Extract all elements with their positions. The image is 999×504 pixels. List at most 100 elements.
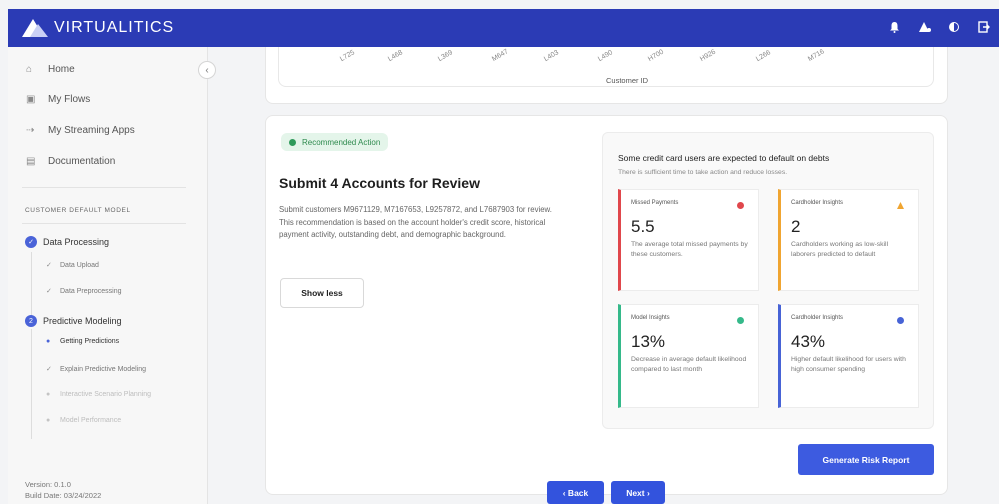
status-circle-icon xyxy=(737,317,744,324)
check-icon: ✓ xyxy=(46,366,52,373)
sidebar-item-home[interactable]: ⌂ Home xyxy=(26,64,75,75)
insights-subheading: There is sufficient time to take action … xyxy=(618,169,788,176)
metric-value: 13% xyxy=(631,332,666,351)
bell-icon[interactable] xyxy=(887,21,901,36)
show-less-button[interactable]: Show less xyxy=(280,278,364,308)
step-data-processing[interactable]: ✓ Data Processing xyxy=(25,236,109,248)
metric-card-model-insights: Model Insights 13% Decrease in average d… xyxy=(618,304,759,408)
step-label: Data Processing xyxy=(43,237,110,247)
theme-toggle-icon[interactable] xyxy=(947,21,961,36)
logout-icon[interactable] xyxy=(977,20,991,36)
metric-label: Model Insights xyxy=(631,315,670,321)
x-tick-label: L266 xyxy=(755,49,772,64)
substep-interactive-scenario-planning[interactable]: ● Interactive Scenario Planning xyxy=(46,391,151,398)
step-number-badge: 2 xyxy=(25,315,37,327)
sidebar-item-label: Home xyxy=(48,64,75,75)
substep-data-upload[interactable]: ✓ Data Upload xyxy=(46,261,99,270)
substep-label: Explain Predictive Modeling xyxy=(60,365,146,373)
substep-explain-predictive-modeling[interactable]: ✓ Explain Predictive Modeling xyxy=(46,365,146,374)
metric-card-missed-payments: Missed Payments 5.5 The average total mi… xyxy=(618,189,759,291)
section-title: CUSTOMER DEFAULT MODEL xyxy=(25,207,131,214)
top-bar: VIRTUALITICS xyxy=(8,9,999,47)
step-connector xyxy=(31,252,32,320)
dot-icon: ● xyxy=(46,338,51,345)
insights-heading: Some credit card users are expected to d… xyxy=(618,153,830,163)
metric-value: 43% xyxy=(791,332,826,351)
back-button[interactable]: ‹ Back xyxy=(547,481,604,504)
substep-label: Interactive Scenario Planning xyxy=(60,391,152,398)
collapse-sidebar-button[interactable]: ‹ xyxy=(198,61,216,79)
x-tick-label: L403 xyxy=(543,49,560,64)
flows-icon: ▣ xyxy=(26,94,36,105)
x-axis-label: Customer ID xyxy=(606,76,649,85)
substep-label: Model Performance xyxy=(60,417,122,424)
check-icon: ✓ xyxy=(46,288,52,295)
check-icon: ✓ xyxy=(46,262,52,269)
x-tick-label: L490 xyxy=(597,49,614,64)
sidebar-item-documentation[interactable]: ▤ Documentation xyxy=(26,156,115,167)
metric-description: Decrease in average default likelihood c… xyxy=(631,356,747,373)
info-circle-icon xyxy=(897,317,904,324)
metric-value: 2 xyxy=(791,217,801,236)
sidebar-item-label: My Streaming Apps xyxy=(48,125,135,136)
x-tick-label: M716 xyxy=(807,48,826,64)
x-tick-label: M647 xyxy=(491,48,510,64)
sidebar-item-label: My Flows xyxy=(48,94,91,105)
chevron-left-icon: ‹ xyxy=(205,64,209,76)
insights-panel: Some credit card users are expected to d… xyxy=(602,132,934,429)
recommended-action-badge: Recommended Action xyxy=(281,133,389,151)
x-tick-label: H700 xyxy=(647,48,665,64)
build-date-text: Build Date: 03/24/2022 xyxy=(25,491,102,500)
metric-card-cardholder-insights: Cardholder Insights 2 Cardholders workin… xyxy=(778,189,919,291)
metric-card-cardholder-insights-2: Cardholder Insights 43% Higher default l… xyxy=(778,304,919,408)
metric-value: 5.5 xyxy=(631,217,655,236)
step-predictive-modeling[interactable]: 2 Predictive Modeling xyxy=(25,315,122,327)
status-dot-icon xyxy=(289,138,296,146)
sidebar-divider xyxy=(22,187,186,188)
x-tick-label: L725 xyxy=(339,49,356,64)
home-icon: ⌂ xyxy=(26,64,33,75)
substep-data-preprocessing[interactable]: ✓ Data Preprocessing xyxy=(46,287,122,296)
check-icon: ✓ xyxy=(25,236,37,248)
sidebar-item-my-flows[interactable]: ▣ My Flows xyxy=(26,94,90,105)
x-tick-label: L468 xyxy=(387,49,404,64)
metric-label: Missed Payments xyxy=(631,200,679,206)
logo-icon xyxy=(22,19,48,37)
metric-description: Cardholders working as low-skill laborer… xyxy=(791,241,889,258)
chart-area: L725 L468 L369 M647 L403 L490 H700 H926 … xyxy=(278,47,934,87)
alert-circle-icon xyxy=(737,202,744,209)
metric-description: The average total missed payments by the… xyxy=(631,241,748,258)
user-alert-icon[interactable] xyxy=(917,21,931,36)
x-tick-label: L369 xyxy=(437,49,454,64)
brand-logo[interactable]: VIRTUALITICS xyxy=(20,17,174,39)
chart-card: L725 L468 L369 M647 L403 L490 H700 H926 … xyxy=(265,47,948,104)
dot-icon: ● xyxy=(46,417,51,424)
substep-label: Getting Predictions xyxy=(60,338,120,345)
brand-name: VIRTUALITICS xyxy=(54,19,175,36)
substep-getting-predictions[interactable]: ● Getting Predictions xyxy=(46,338,119,345)
substep-label: Data Upload xyxy=(60,261,99,269)
step-connector xyxy=(31,329,32,439)
metric-label: Cardholder Insights xyxy=(791,200,844,206)
substep-label: Data Preprocessing xyxy=(60,287,122,295)
next-button[interactable]: Next › xyxy=(611,481,665,504)
sidebar-item-label: Documentation xyxy=(48,156,116,167)
substep-model-performance[interactable]: ● Model Performance xyxy=(46,417,121,424)
metric-label: Cardholder Insights xyxy=(791,315,844,321)
recommendation-description: Submit customers M9671129, M7167653, L92… xyxy=(279,205,552,239)
sidebar-divider xyxy=(22,223,186,224)
warning-triangle-icon xyxy=(897,202,904,209)
generate-risk-report-button[interactable]: Generate Risk Report xyxy=(798,444,934,475)
version-text: Version: 0.1.0 xyxy=(25,480,71,489)
sidebar-item-my-streaming-apps[interactable]: ⇢ My Streaming Apps xyxy=(26,125,135,136)
streaming-icon: ⇢ xyxy=(26,125,35,136)
step-label: Predictive Modeling xyxy=(43,316,122,326)
dot-icon: ● xyxy=(46,391,51,398)
document-icon: ▤ xyxy=(26,156,36,167)
badge-label: Recommended Action xyxy=(302,137,381,147)
sidebar: ‹ ⌂ Home ▣ My Flows ⇢ My Streaming Apps … xyxy=(8,47,216,504)
metric-description: Higher default likelihood for users with… xyxy=(791,356,906,373)
recommendation-card: Recommended Action Submit 4 Accounts for… xyxy=(265,115,948,495)
recommendation-title: Submit 4 Accounts for Review xyxy=(279,175,480,191)
x-tick-label: H926 xyxy=(699,48,717,64)
